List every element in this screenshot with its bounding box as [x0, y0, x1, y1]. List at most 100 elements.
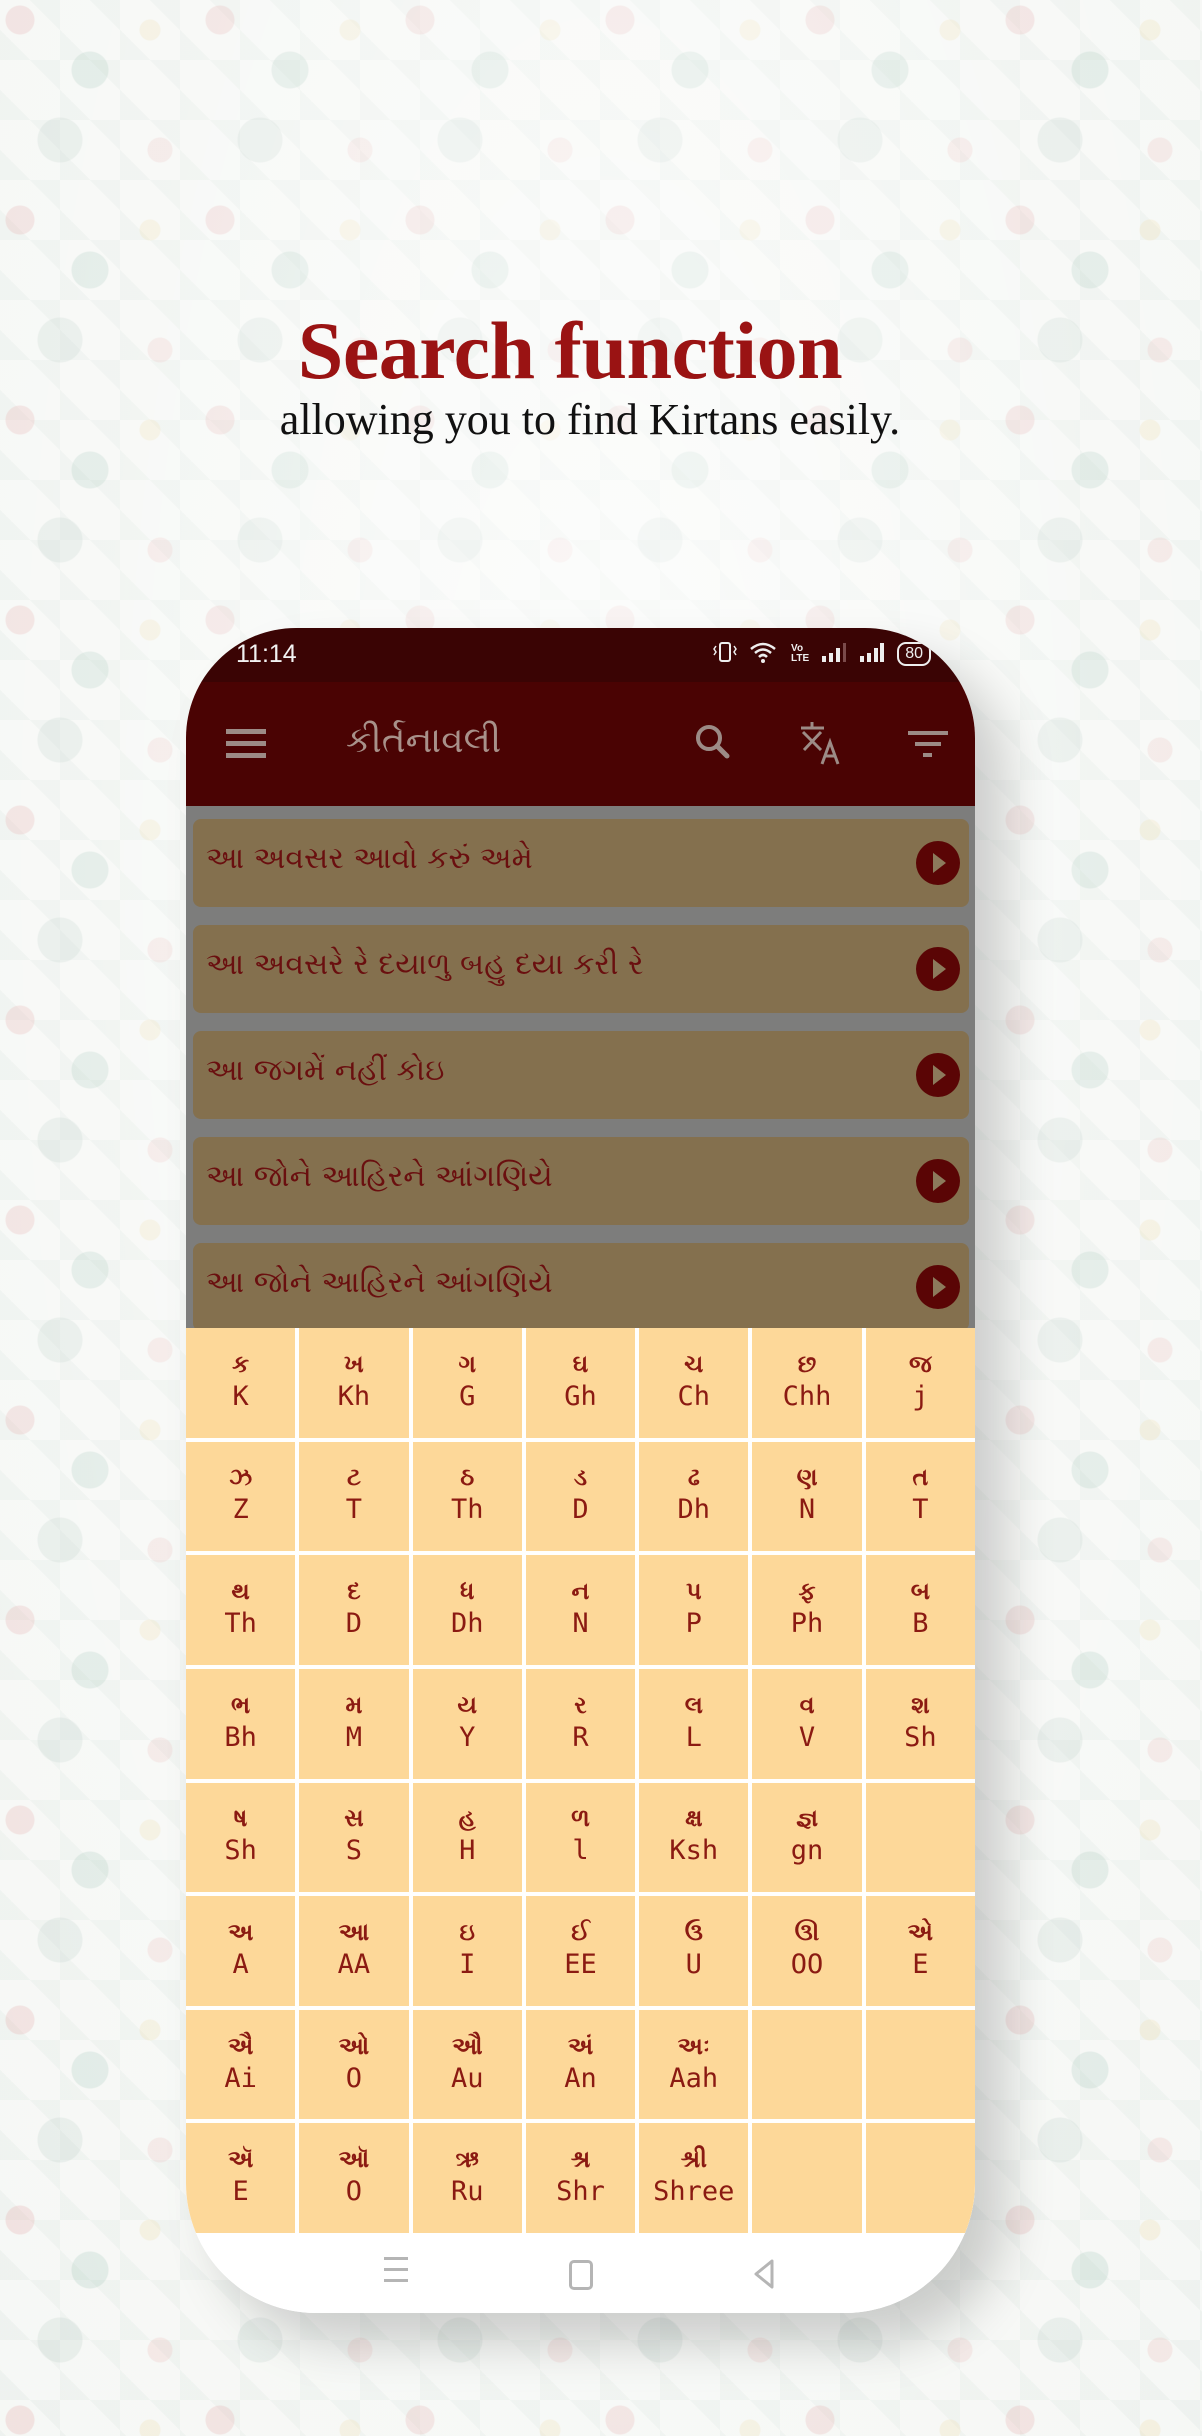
- key-latin-label: Z: [232, 1494, 249, 1526]
- letter-key-shr[interactable]: શ્ર Shr: [525, 2123, 636, 2233]
- letter-key-kh[interactable]: ખ Kh: [299, 1328, 409, 1438]
- key-gujarati-letter: ખ: [344, 1349, 364, 1378]
- letter-key-p[interactable]: પP: [639, 1555, 749, 1665]
- letter-key-u[interactable]: ઉU: [639, 1896, 749, 2006]
- letter-key-k[interactable]: કK: [186, 1328, 296, 1438]
- letter-key-e[interactable]: એE: [865, 1896, 975, 2006]
- letter-key-g[interactable]: ગG: [412, 1328, 522, 1438]
- key-gujarati-letter: મ: [345, 1690, 363, 1719]
- key-latin-label: H: [459, 1835, 476, 1867]
- volte-bottom-label: LTE: [791, 653, 810, 664]
- letter-key-o[interactable]: ઓO: [299, 2009, 409, 2120]
- letter-key-ksh[interactable]: ક્ષ Ksh: [639, 1782, 749, 1893]
- letter-key-l[interactable]: લL: [639, 1668, 749, 1779]
- play-icon[interactable]: [916, 1159, 960, 1203]
- key-latin-label: Shr: [556, 2176, 605, 2208]
- play-icon[interactable]: [916, 1265, 960, 1309]
- letter-key-i[interactable]: ઇI: [412, 1896, 522, 2006]
- letter-key-a[interactable]: અA: [186, 1896, 296, 2006]
- letter-key-gh[interactable]: ઘ Gh: [525, 1328, 636, 1438]
- play-icon[interactable]: [916, 841, 960, 885]
- letter-key-ee[interactable]: ઈ EE: [525, 1896, 636, 2006]
- key-latin-label: Kh: [337, 1380, 371, 1412]
- kirtan-title: આ જોને આહિરને આંગણિયે: [206, 1265, 553, 1300]
- key-latin-label: Aah: [669, 2062, 719, 2094]
- letter-key-n[interactable]: નN: [525, 1555, 636, 1665]
- kirtan-list-item[interactable]: આ જોને આહિરને આંગણિયે: [193, 1243, 969, 1331]
- letter-key-ru[interactable]: ઋ Ru: [412, 2123, 522, 2233]
- key-gujarati-letter: ફ: [798, 1577, 816, 1606]
- kirtan-list-item[interactable]: આ જોને આહિરને આંગણિયે: [193, 1137, 969, 1225]
- key-latin-label: Gh: [564, 1380, 597, 1412]
- key-latin-label: j: [912, 1380, 929, 1412]
- play-icon[interactable]: [916, 947, 960, 991]
- letter-key-sh[interactable]: શ Sh: [865, 1668, 975, 1779]
- key-gujarati-letter: ઓ: [338, 2031, 370, 2060]
- search-icon[interactable]: [689, 718, 739, 768]
- letter-key-au[interactable]: ઔ Au: [412, 2009, 522, 2120]
- kirtan-list: આ અવસર આવો કરું અમે આ અવસરે રે દયાળુ બહુ…: [186, 806, 975, 1331]
- status-bar: 11:14 Vo LTE 80: [186, 628, 975, 682]
- back-icon[interactable]: [746, 2257, 786, 2293]
- play-icon[interactable]: [916, 1053, 960, 1097]
- letter-key-ai[interactable]: ઐ Ai: [186, 2009, 296, 2120]
- key-latin-label: Y: [459, 1721, 476, 1753]
- letter-key-h[interactable]: હH: [412, 1782, 522, 1893]
- letter-key-d[interactable]: દD: [299, 1555, 409, 1665]
- key-latin-label: O: [345, 2062, 363, 2094]
- status-time: 11:14: [236, 640, 297, 668]
- letter-key-gn[interactable]: જ્ઞ gn: [752, 1782, 862, 1893]
- letter-key-aa[interactable]: આ AA: [299, 1896, 409, 2006]
- letter-key-s[interactable]: સS: [299, 1782, 409, 1893]
- letter-key-sh[interactable]: ષ Sh: [186, 1782, 296, 1893]
- key-latin-label: Th: [450, 1494, 484, 1526]
- letter-key-m[interactable]: મM: [299, 1668, 409, 1779]
- key-gujarati-letter: ઐ: [227, 2031, 254, 2060]
- letter-key-dh[interactable]: ધ Dh: [412, 1555, 522, 1665]
- key-gujarati-letter: એ: [907, 1917, 933, 1946]
- letter-key-th[interactable]: થ Th: [186, 1555, 296, 1665]
- key-latin-label: R: [572, 1721, 589, 1753]
- key-gujarati-letter: ઈ: [571, 1917, 590, 1946]
- key-gujarati-letter: ઑ: [338, 2145, 370, 2174]
- letter-key-z[interactable]: ઝZ: [186, 1441, 296, 1552]
- letter-key-aah[interactable]: અઃ Aah: [639, 2009, 749, 2120]
- home-icon[interactable]: [561, 2257, 601, 2293]
- letter-key-ch[interactable]: ચ Ch: [639, 1328, 749, 1438]
- empty-key: [865, 2123, 975, 2233]
- letter-key-oo[interactable]: ઊ OO: [752, 1896, 862, 2006]
- letter-key-l[interactable]: ળl: [525, 1782, 636, 1893]
- letter-key-shree[interactable]: શ્રી Shree: [639, 2123, 749, 2233]
- letter-key-ph[interactable]: ફ Ph: [752, 1555, 862, 1665]
- key-gujarati-letter: વ: [799, 1690, 815, 1719]
- letter-key-d[interactable]: ડD: [525, 1441, 636, 1552]
- letter-key-th[interactable]: ઠ Th: [412, 1441, 522, 1552]
- key-gujarati-letter: ગ: [458, 1349, 476, 1378]
- recent-apps-icon[interactable]: [376, 2257, 416, 2293]
- letter-key-o[interactable]: ઑO: [299, 2123, 409, 2233]
- kirtan-list-item[interactable]: આ અવસર આવો કરું અમે: [193, 819, 969, 907]
- kirtan-list-item[interactable]: આ અવસરે રે દયાળુ બહુ દયા કરી રે: [193, 925, 969, 1013]
- letter-key-r[interactable]: રR: [525, 1668, 636, 1779]
- letter-key-chh[interactable]: છ Chh: [752, 1328, 862, 1438]
- letter-key-j[interactable]: જj: [865, 1328, 975, 1438]
- letter-key-dh[interactable]: ઢ Dh: [639, 1441, 749, 1552]
- letter-key-an[interactable]: અં An: [525, 2009, 636, 2120]
- letter-key-v[interactable]: વV: [752, 1668, 862, 1779]
- letter-key-y[interactable]: યY: [412, 1668, 522, 1779]
- letter-key-t[interactable]: તT: [865, 1441, 975, 1552]
- key-latin-label: I: [459, 1948, 476, 1980]
- key-latin-label: Th: [224, 1608, 257, 1640]
- letter-key-n[interactable]: ણN: [752, 1441, 862, 1552]
- translate-icon[interactable]: [796, 718, 846, 768]
- menu-icon[interactable]: [226, 729, 266, 759]
- filter-icon[interactable]: [902, 718, 952, 768]
- kirtan-list-item[interactable]: આ જગમેં નહીં કોઇ: [193, 1031, 969, 1119]
- letter-key-t[interactable]: ટT: [299, 1441, 409, 1552]
- letter-key-b[interactable]: બB: [865, 1555, 975, 1665]
- letter-key-e[interactable]: ઍE: [186, 2123, 296, 2233]
- gujarati-letter-keyboard: ક K ખ Kh ગ G ઘ Gh ચ Ch છ Chh જ j ઝ Z ટ T ઠ Th ડ D ઢ Dh ણ N ત T થ Th દ D…: [186, 1328, 975, 2233]
- key-gujarati-letter: લ: [684, 1690, 703, 1719]
- key-latin-label: O: [345, 2176, 363, 2208]
- letter-key-bh[interactable]: ભ Bh: [186, 1668, 296, 1779]
